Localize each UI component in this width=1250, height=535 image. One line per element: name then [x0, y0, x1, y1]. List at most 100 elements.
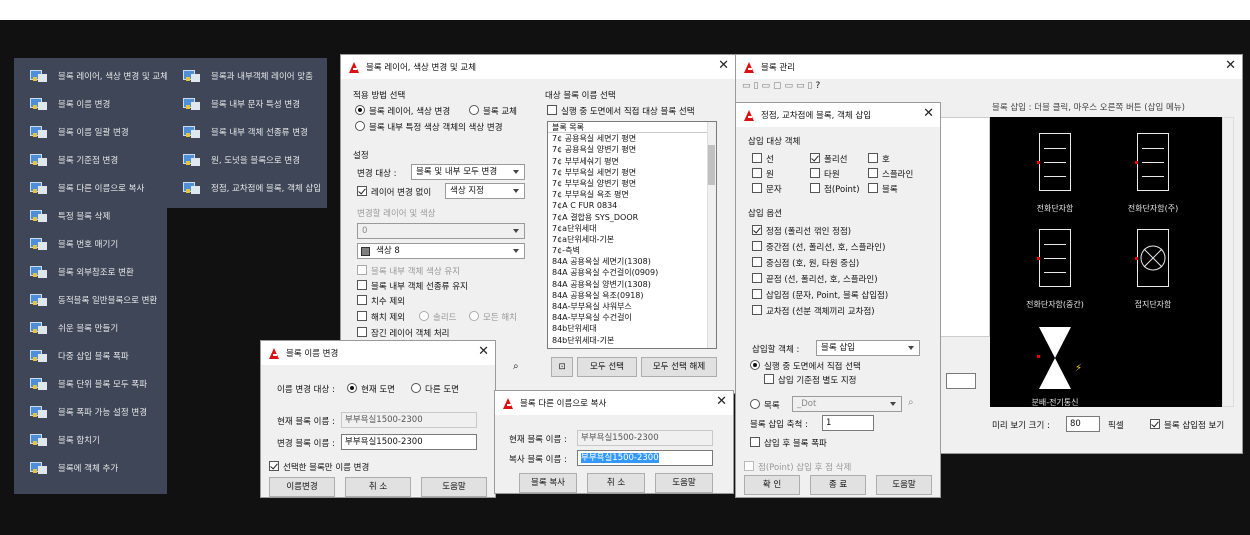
- object-checkbox[interactable]: [810, 168, 820, 178]
- close-icon[interactable]: ✕: [1225, 58, 1236, 74]
- help-button[interactable]: 도움말: [655, 473, 713, 493]
- menu-item[interactable]: 다중 삽입 블록 폭파: [14, 342, 129, 370]
- solid-radio[interactable]: [419, 311, 429, 321]
- pick-icon[interactable]: ⌕: [908, 397, 914, 408]
- block-list-item[interactable]: 7¢ 부부욕실 세면기 평면: [548, 167, 716, 178]
- keep-internal-color-checkbox[interactable]: [357, 265, 367, 275]
- cancel-button[interactable]: 취 소: [345, 477, 411, 497]
- insert-option-checkbox[interactable]: [752, 289, 762, 299]
- block-list-item[interactable]: 7¢a단위세대-기본: [548, 234, 716, 245]
- select-in-drawing-radio[interactable]: [750, 360, 760, 370]
- cancel-button[interactable]: 취 소: [587, 473, 645, 493]
- insert-option-checkbox[interactable]: [752, 241, 762, 251]
- block-list-item[interactable]: 7¢a단위세대: [548, 223, 716, 234]
- layer-select[interactable]: 0: [357, 223, 525, 239]
- radio-internal-color[interactable]: [355, 121, 365, 131]
- block-list-item[interactable]: 7¢ 공용욕실 양변기 평면: [548, 144, 716, 155]
- menu-item[interactable]: 블록과 내부객체 레이어 맞춤: [167, 62, 313, 90]
- insert-option-checkbox[interactable]: [752, 257, 762, 267]
- other-drawing-radio[interactable]: [411, 383, 421, 393]
- block-preview-cell[interactable]: 전화단자함: [1012, 129, 1098, 219]
- menu-item[interactable]: 블록에 객체 추가: [14, 454, 118, 482]
- insert-option-checkbox[interactable]: [752, 305, 762, 315]
- block-list-item[interactable]: 7¢ 부부욕실 욕조 평면: [548, 189, 716, 200]
- pick-block-button[interactable]: ⊡: [551, 357, 573, 377]
- object-checkbox[interactable]: [752, 183, 762, 193]
- object-checkbox[interactable]: [810, 153, 820, 163]
- separate-base-checkbox[interactable]: [764, 374, 774, 384]
- insert-option-checkbox[interactable]: [752, 273, 762, 283]
- deselect-all-button[interactable]: 모두 선택 해제: [641, 357, 717, 377]
- close-icon[interactable]: ✕: [478, 344, 489, 360]
- menu-item[interactable]: 블록 합치기: [14, 426, 100, 454]
- block-preview-cell[interactable]: 전화단자함(중간): [1012, 225, 1098, 315]
- insert-option-checkbox[interactable]: [752, 225, 762, 235]
- block-list-item[interactable]: 84b단위세대-기본: [548, 335, 716, 346]
- menu-item[interactable]: 동적블록 일반블록으로 변환: [14, 286, 157, 314]
- help-button[interactable]: 도움말: [876, 475, 932, 495]
- ok-button[interactable]: 확 인: [744, 475, 800, 495]
- block-list-item[interactable]: 7¢A 결합용 SYS_DOOR: [548, 212, 716, 223]
- list-scroll-thumb[interactable]: [708, 145, 715, 185]
- preview-size-field[interactable]: 80: [1066, 416, 1100, 432]
- exclude-dim-checkbox[interactable]: [357, 295, 367, 305]
- block-preview-cell[interactable]: 접지단자함: [1110, 225, 1196, 315]
- no-layer-change-checkbox[interactable]: [357, 186, 367, 196]
- help-button[interactable]: 도움말: [421, 477, 487, 497]
- menu-item[interactable]: 블록 기준점 변경: [14, 146, 118, 174]
- only-selected-checkbox[interactable]: [269, 461, 279, 471]
- copy-block-button[interactable]: 블록 복사: [519, 473, 577, 493]
- menu-item[interactable]: 블록 다른 이름으로 복사: [14, 174, 144, 202]
- new-name-field[interactable]: 부부욕실1500-2300: [341, 434, 477, 450]
- explode-after-checkbox[interactable]: [750, 437, 760, 447]
- rename-button[interactable]: 이름변경: [269, 477, 335, 497]
- block-list[interactable]: 블록 목록 7¢ 공용욕실 세면기 평면 7¢ 공용욕실 양변기 평면 7¢ 부부세…: [547, 121, 717, 349]
- block-list-item[interactable]: 7¢ 부부욕실 양변기 평면: [548, 178, 716, 189]
- menu-item[interactable]: 정점, 교차점에 블록, 객체 삽입: [167, 174, 321, 202]
- insert-object-select[interactable]: 블록 삽입: [816, 340, 920, 356]
- select-direct-checkbox[interactable]: [547, 105, 557, 115]
- menu-item[interactable]: 블록 번호 매기기: [14, 230, 118, 258]
- menu-item[interactable]: 블록 내부 객체 선종류 변경: [167, 118, 308, 146]
- menu-item[interactable]: 블록 레이어, 색상 변경 및 교체: [14, 62, 168, 90]
- manager-field[interactable]: [946, 373, 976, 389]
- menu-item[interactable]: 원, 도넛을 블록으로 변경: [167, 146, 300, 174]
- close-icon[interactable]: ✕: [923, 106, 934, 122]
- block-list-item[interactable]: 7¢A C FUR 0834: [548, 200, 716, 211]
- block-preview-panel[interactable]: 전화단자함 전화단자함(주) 전화단자함(중간) 접지단자함 ⚡ 분배-전기통신: [990, 117, 1222, 407]
- select-all-button[interactable]: 모두 선택: [577, 357, 637, 377]
- keep-linetype-checkbox[interactable]: [357, 280, 367, 290]
- menu-item[interactable]: 블록 폭파 가능 설정 변경: [14, 398, 147, 426]
- menu-item[interactable]: 쉬운 블록 만들기: [14, 314, 118, 342]
- block-list-item[interactable]: 84A 공용욕실 양변기(1308): [548, 279, 716, 290]
- block-list-item[interactable]: 84A-부부욕실 샤워부스: [548, 301, 716, 312]
- change-target-select[interactable]: 블록 및 내부 모두 변경: [411, 164, 525, 180]
- close-icon[interactable]: ✕: [718, 58, 729, 74]
- block-list-item[interactable]: 7¢ 부부세숴기 평면: [548, 156, 716, 167]
- block-list-item[interactable]: 84A 공용욕실 세면기(1308): [548, 256, 716, 267]
- menu-item[interactable]: 특정 블록 삭제: [14, 202, 110, 230]
- color-setting-select[interactable]: 색상 지정: [445, 183, 525, 199]
- block-list-item[interactable]: 84A 공용욕실 욕조(0918): [548, 290, 716, 301]
- list-select[interactable]: _Dot: [792, 396, 902, 412]
- radio-layer-color[interactable]: [355, 105, 365, 115]
- delete-point-checkbox[interactable]: [744, 461, 754, 471]
- block-list-item[interactable]: 84A 공용욕실 수건걸이(0909): [548, 267, 716, 278]
- block-list-item[interactable]: 7¢ 공용욕실 세면기 평면: [548, 133, 716, 144]
- menu-item[interactable]: 블록 이름 일괄 변경: [14, 118, 129, 146]
- block-list-item[interactable]: 7¢-측벽: [548, 245, 716, 256]
- all-hatch-radio[interactable]: [469, 311, 479, 321]
- hatch-exclude-checkbox[interactable]: [357, 311, 367, 321]
- object-checkbox[interactable]: [868, 183, 878, 193]
- preview-scrollbar[interactable]: [1222, 117, 1234, 407]
- menu-item[interactable]: 블록 외부참조로 변환: [14, 258, 134, 286]
- radio-replace[interactable]: [469, 105, 479, 115]
- block-preview-cell[interactable]: 전화단자함(주): [1110, 129, 1196, 219]
- close-icon[interactable]: ✕: [716, 394, 727, 410]
- object-checkbox[interactable]: [752, 168, 762, 178]
- object-checkbox[interactable]: [868, 168, 878, 178]
- object-checkbox[interactable]: [810, 183, 820, 193]
- scale-field[interactable]: 1: [822, 415, 874, 431]
- show-insert-checkbox[interactable]: [1150, 419, 1160, 429]
- locked-layer-checkbox[interactable]: [357, 327, 367, 337]
